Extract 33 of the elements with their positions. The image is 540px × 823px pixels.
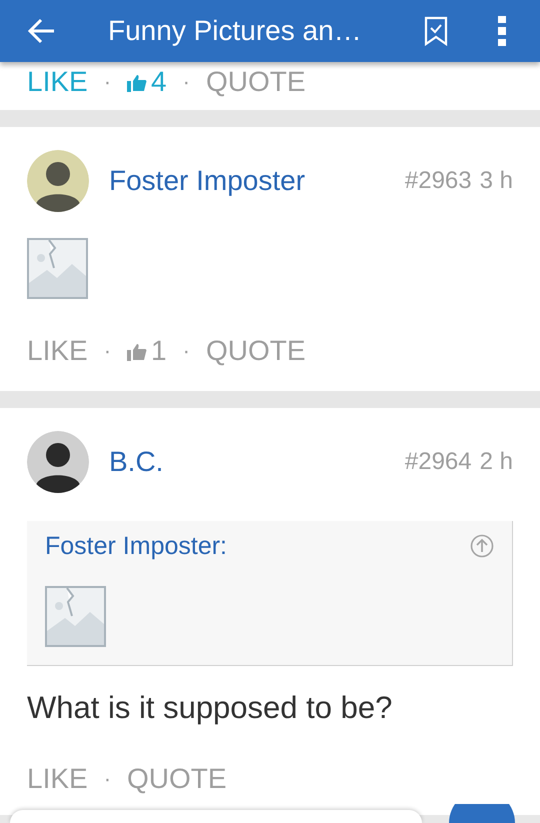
separator-dot: ·: [182, 68, 190, 96]
post-time: 3 h: [480, 166, 513, 196]
broken-image-icon: [27, 238, 88, 299]
back-icon[interactable]: [28, 18, 56, 44]
like-count: 4: [127, 64, 167, 100]
avatar-icon[interactable]: [27, 150, 89, 212]
separator-dot: ·: [104, 337, 112, 365]
post-number[interactable]: #2964: [404, 444, 472, 480]
post-text: What is it supposed to be?: [27, 689, 394, 727]
reply-field[interactable]: [10, 810, 422, 823]
thumbs-up-icon: [127, 74, 148, 92]
quote-author[interactable]: Foster Imposter:: [45, 529, 227, 563]
like-link[interactable]: LIKE: [27, 64, 88, 100]
avatar-icon[interactable]: [27, 431, 89, 493]
page-title: Funny Pictures an…: [108, 14, 362, 48]
separator-dot: ·: [182, 337, 190, 365]
like-count: 1: [127, 333, 167, 369]
like-link[interactable]: LIKE: [27, 333, 88, 369]
author-name[interactable]: B.C.: [105, 441, 164, 483]
separator-dot: ·: [104, 765, 112, 793]
quote-link[interactable]: QUOTE: [127, 761, 227, 797]
quote-link[interactable]: QUOTE: [206, 333, 306, 369]
floating-action-button[interactable]: [449, 804, 515, 823]
more-icon[interactable]: [498, 16, 506, 46]
post-time: 2 h: [480, 447, 513, 477]
quote-link[interactable]: QUOTE: [206, 64, 306, 100]
thumbs-up-icon: [127, 343, 148, 361]
separator-dot: ·: [104, 68, 112, 96]
post-number[interactable]: #2963: [404, 163, 472, 199]
like-link[interactable]: LIKE: [27, 761, 88, 797]
bookmark-icon[interactable]: [424, 16, 448, 46]
broken-image-icon: [45, 586, 106, 647]
author-name[interactable]: Foster Imposter: [105, 160, 306, 202]
